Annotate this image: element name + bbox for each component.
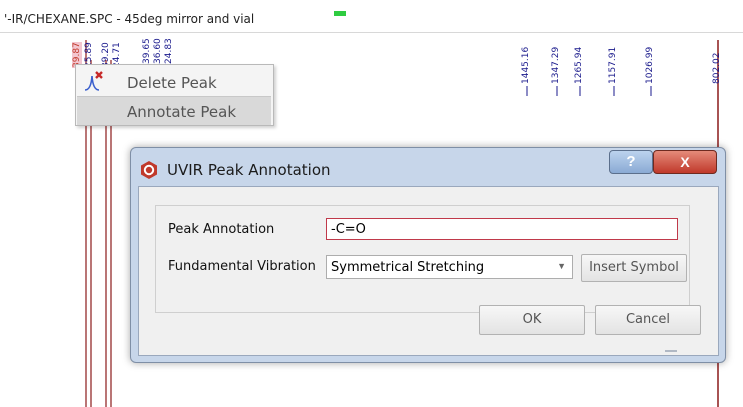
peak-label[interactable]: 1347.29 [551, 47, 561, 84]
menu-item-annotate-peak[interactable]: Annotate Peak [77, 96, 271, 125]
peak-label[interactable]: 39.65 [142, 38, 152, 64]
menu-item-label: Delete Peak [127, 74, 217, 92]
peak-annotation-label: Peak Annotation [168, 222, 275, 237]
menu-item-delete-peak[interactable]: Delete Peak [77, 67, 271, 95]
menu-item-label: Annotate Peak [127, 103, 237, 121]
annotation-group: Peak Annotation -C=O Fundamental Vibrati… [155, 205, 690, 313]
app-logo-icon [141, 161, 157, 179]
uvir-peak-annotation-dialog: UVIR Peak Annotation ? X Peak Annotation… [130, 147, 726, 363]
peak-annotation-input[interactable]: -C=O [326, 218, 678, 240]
delete-peak-icon [84, 71, 103, 91]
ok-button[interactable]: OK [479, 305, 585, 335]
close-button[interactable]: X [653, 150, 717, 174]
peak-context-menu: Delete Peak Annotate Peak [75, 64, 274, 126]
fundamental-vibration-label: Fundamental Vibration [168, 259, 316, 274]
help-button[interactable]: ? [609, 150, 653, 174]
green-marker [334, 11, 346, 16]
peak-annotation-value: -C=O [331, 222, 366, 237]
peak-label[interactable]: 24.83 [164, 38, 174, 64]
peak-label[interactable]: 36.60 [153, 38, 163, 64]
peak-label[interactable]: 1026.99 [645, 47, 655, 84]
insert-symbol-button[interactable]: Insert Symbol [581, 254, 687, 282]
chevron-down-icon: ▼ [557, 261, 566, 271]
fundamental-vibration-value: Symmetrical Stretching [331, 260, 485, 275]
resize-grip[interactable] [665, 350, 677, 352]
dialog-body: Peak Annotation -C=O Fundamental Vibrati… [138, 186, 719, 356]
file-title: '-IR/CHEXANE.SPC - 45deg mirror and vial [4, 12, 255, 26]
peak-label[interactable]: 1265.94 [574, 47, 584, 84]
peak-label[interactable]: 1445.16 [521, 47, 531, 84]
divider [0, 32, 743, 33]
peak-label[interactable]: 1157.91 [608, 47, 618, 84]
fundamental-vibration-select[interactable]: Symmetrical Stretching ▼ [326, 255, 573, 279]
peak-label[interactable]: 802.02 [712, 53, 722, 85]
cancel-button[interactable]: Cancel [595, 305, 701, 335]
dialog-title: UVIR Peak Annotation [167, 161, 331, 179]
